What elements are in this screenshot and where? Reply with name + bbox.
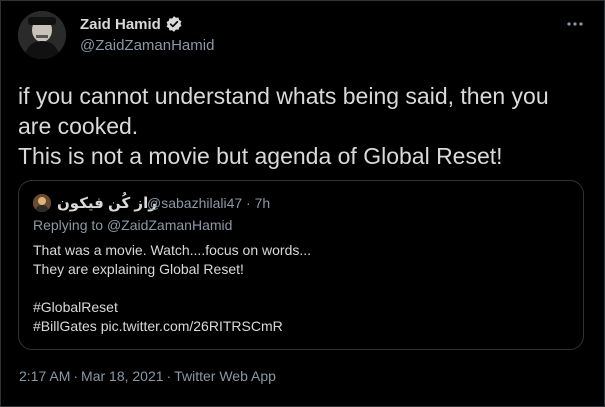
more-options-icon[interactable] — [564, 15, 586, 33]
verified-badge-icon — [165, 15, 183, 33]
tweet-time-link[interactable]: 2:17 AM — [19, 368, 70, 384]
replying-to-label: Replying to — [33, 217, 104, 233]
tweet-footer: 2:17 AM · Mar 18, 2021 · Twitter Web App — [19, 368, 276, 384]
quoted-meta: @sabazhilali47 · 7h — [147, 195, 270, 211]
quoted-author-avatar — [33, 194, 51, 212]
author-name[interactable]: Zaid Hamid — [80, 16, 161, 33]
quoted-meta-dot: · — [246, 195, 251, 211]
footer-separator: · — [166, 368, 172, 384]
quoted-hashtag-link-line: #BillGates pic.twitter.com/26RITRSCmR — [33, 318, 283, 334]
author-handle[interactable]: @ZaidZamanHamid — [80, 37, 214, 54]
tweet-date-link[interactable]: Mar 18, 2021 — [81, 368, 164, 384]
tweet-text: if you cannot understand whats being sai… — [18, 83, 549, 169]
quoted-tweet[interactable]: راز کُن فیکون @sabazhilali47 · 7h Replyi… — [18, 180, 584, 350]
author-avatar[interactable] — [18, 11, 66, 59]
tweet-source-link[interactable]: Twitter Web App — [174, 368, 276, 384]
quoted-time: 7h — [254, 195, 271, 211]
quoted-author-name: راز کُن فیکون — [57, 195, 157, 212]
quoted-author-handle: @sabazhilali47 — [147, 195, 243, 211]
footer-separator: · — [73, 368, 79, 384]
quoted-hashtag-line: #GlobalReset — [33, 299, 118, 315]
replying-to: Replying to @ZaidZamanHamid — [33, 217, 232, 233]
avatar-photo-icon — [18, 11, 66, 59]
replying-to-mention: @ZaidZamanHamid — [106, 217, 233, 233]
quoted-text-line — [33, 279, 563, 298]
quoted-avatar-photo-icon — [33, 194, 51, 212]
author-name-row[interactable]: Zaid Hamid — [80, 15, 183, 33]
quoted-text-line: That was a movie. Watch....focus on word… — [33, 242, 312, 258]
quoted-text-line: They are explaining Global Reset! — [33, 261, 244, 277]
quoted-tweet-text: That was a movie. Watch....focus on word… — [33, 241, 563, 336]
tweet-card: Zaid Hamid @ZaidZamanHamid if you cannot… — [0, 0, 605, 407]
